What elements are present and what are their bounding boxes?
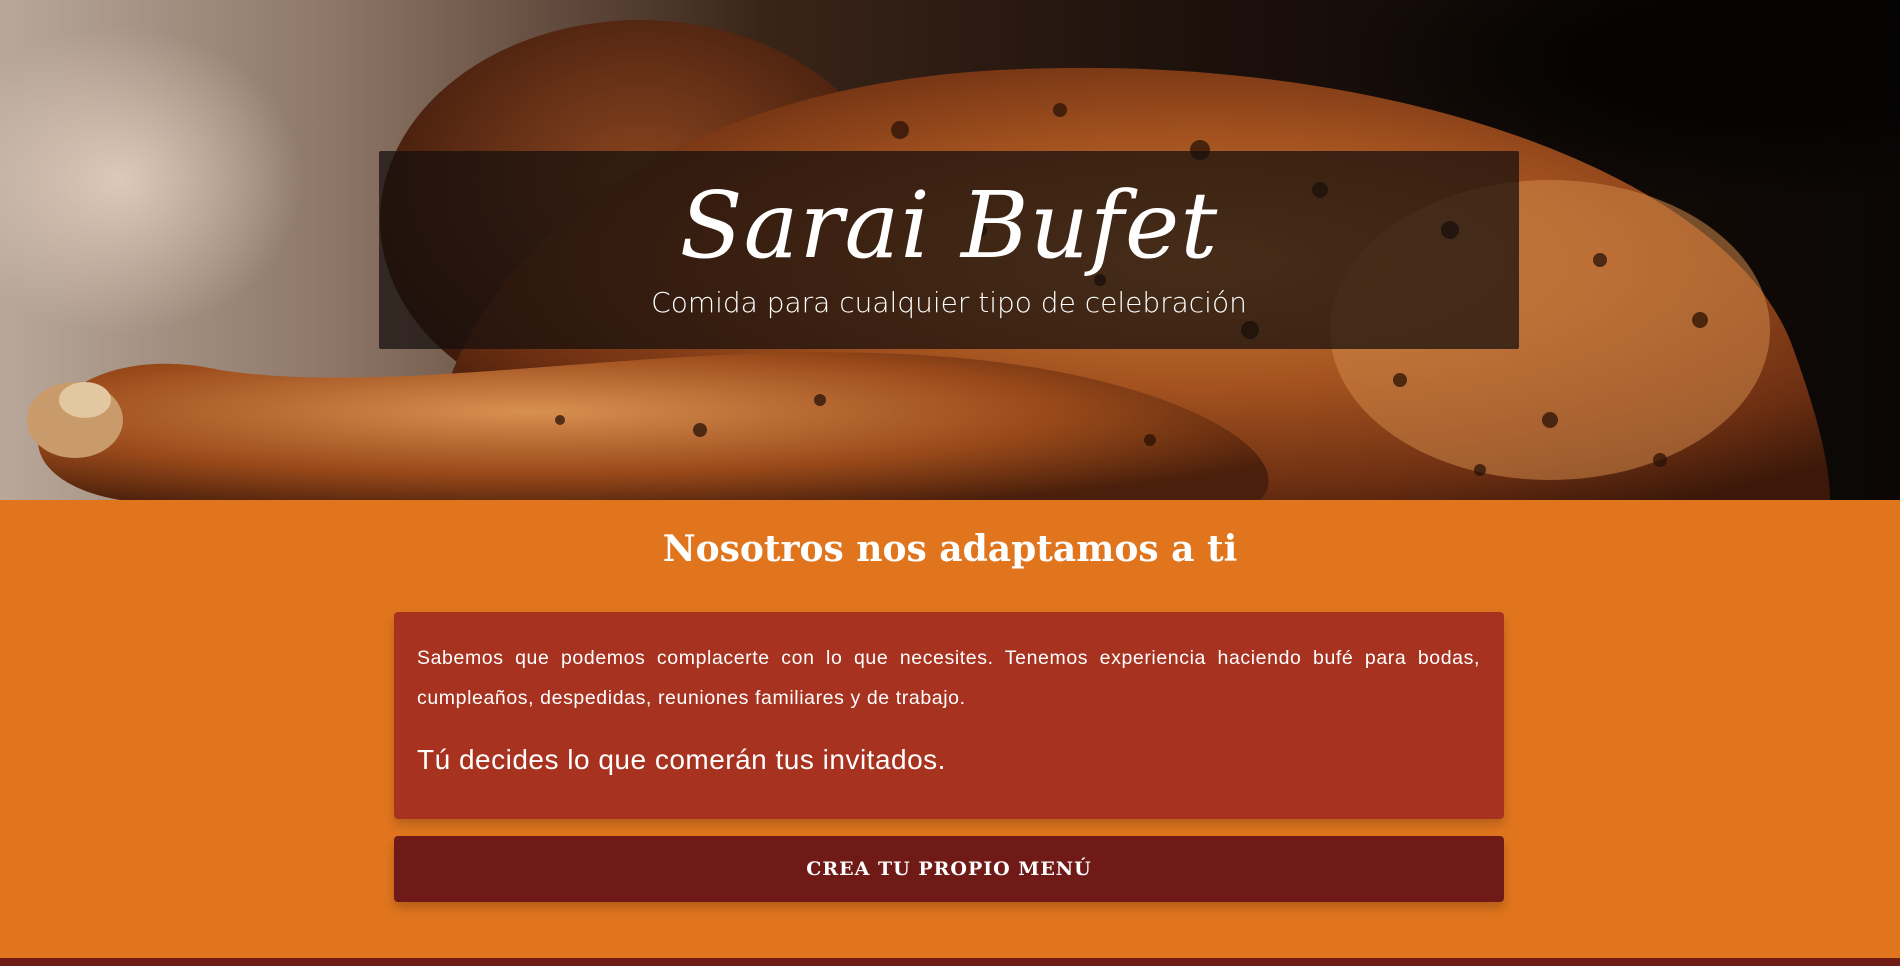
info-highlight: Tú decides lo que comerán tus invitados.: [417, 744, 946, 775]
footer-strip: [0, 958, 1900, 966]
site-title: Sarai Bufet: [679, 172, 1219, 279]
section-heading: Nosotros nos adaptamos a ti: [662, 528, 1238, 570]
about-section: Nosotros nos adaptamos a ti Sabemos que …: [0, 500, 1900, 958]
info-card: Sabemos que podemos complacerte con lo q…: [394, 612, 1504, 819]
create-menu-button[interactable]: CREA TU PROPIO MENÚ: [394, 836, 1504, 902]
site-tagline: Comida para cualquier tipo de celebració…: [651, 286, 1247, 319]
hero-banner: Sarai Bufet Comida para cualquier tipo d…: [379, 151, 1519, 349]
info-paragraph: Sabemos que podemos complacerte con lo q…: [417, 647, 1480, 709]
hero-section: Sarai Bufet Comida para cualquier tipo d…: [0, 0, 1900, 500]
